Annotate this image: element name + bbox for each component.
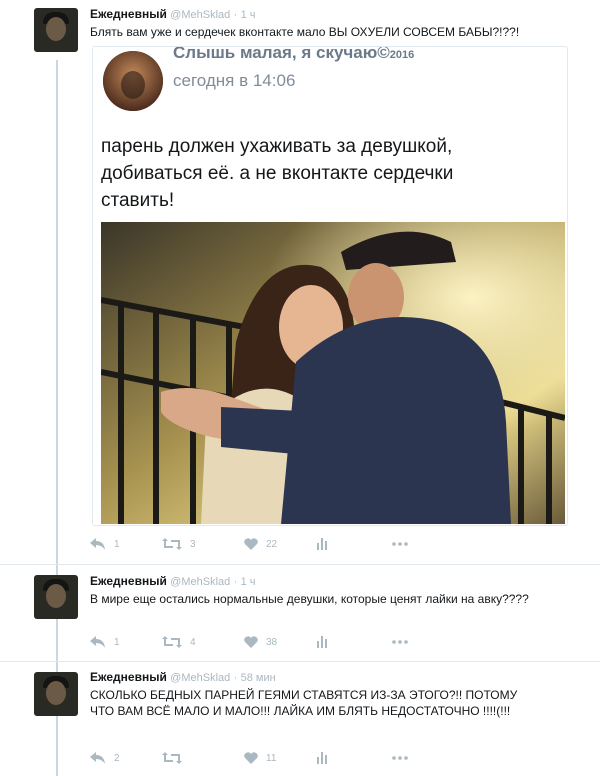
tweet-actions: 1 4 38 (90, 632, 430, 652)
like-button[interactable]: 22 (244, 534, 277, 554)
avatar[interactable] (34, 672, 78, 716)
analytics-icon (317, 538, 327, 550)
card-time: сегодня в 14:06 (173, 71, 296, 90)
retweet-button[interactable]: 3 (162, 534, 196, 554)
like-button[interactable]: 38 (244, 632, 277, 652)
retweet-button[interactable]: 4 (162, 632, 196, 652)
retweet-count: 3 (190, 538, 196, 550)
card-text: парень должен ухаживать за девушкой, доб… (101, 136, 454, 211)
reply-count: 1 (114, 538, 120, 550)
retweet-button[interactable] (162, 748, 190, 768)
reply-icon (90, 752, 105, 764)
analytics-button[interactable] (316, 632, 336, 652)
tweet-actions: 2 11 (90, 748, 430, 768)
author-handle[interactable]: @MehSklad (170, 672, 230, 684)
heart-icon (244, 636, 258, 648)
author-name[interactable]: Ежедневный (90, 670, 167, 684)
separator-dot: · (233, 9, 238, 21)
like-button[interactable]: 11 (244, 748, 276, 768)
card-avatar (103, 51, 163, 111)
reply-count: 1 (114, 636, 120, 648)
more-button[interactable] (392, 632, 416, 652)
reply-icon (90, 538, 105, 550)
retweet-icon (162, 636, 182, 648)
heart-icon (244, 538, 258, 550)
tweet-2[interactable]: Ежедневный @MehSklad · 1 ч В мире еще ос… (0, 565, 600, 661)
separator-dot: · (233, 576, 238, 588)
card-title: Слышь малая, я скучаю©2016 (173, 46, 415, 62)
tweet-text: Блять вам уже и сердечек вконтакте мало … (90, 25, 520, 39)
more-icon (392, 542, 408, 546)
tweet-text: СКОЛЬКО БЕДНЫХ ПАРНЕЙ ГЕЯМИ СТАВЯТСЯ ИЗ-… (90, 688, 518, 718)
analytics-button[interactable] (316, 534, 336, 554)
couple-photo (101, 222, 565, 524)
retweet-count: 4 (190, 636, 196, 648)
reply-button[interactable]: 1 (90, 534, 120, 554)
more-button[interactable] (392, 748, 416, 768)
reply-count: 2 (114, 752, 120, 764)
tweet-header: Ежедневный @MehSklad · 1 ч (90, 7, 256, 21)
tweet-3[interactable]: Ежедневный @MehSklad · 58 мин СКОЛЬКО БЕ… (0, 662, 600, 776)
author-handle[interactable]: @MehSklad (170, 576, 230, 588)
analytics-icon (317, 636, 327, 648)
separator-dot: · (233, 672, 238, 684)
reply-icon (90, 636, 105, 648)
heart-icon (244, 752, 258, 764)
avatar[interactable] (34, 8, 78, 52)
more-icon (392, 756, 408, 760)
timestamp[interactable]: 58 мин (241, 672, 276, 684)
timestamp[interactable]: 1 ч (241, 576, 256, 588)
tweet-text: В мире еще остались нормальные девушки, … (90, 592, 529, 606)
like-count: 11 (266, 752, 277, 764)
author-name[interactable]: Ежедневный (90, 574, 167, 588)
reply-button[interactable]: 1 (90, 632, 120, 652)
tweet-actions: 1 3 22 (90, 534, 430, 554)
more-icon (392, 640, 408, 644)
reply-button[interactable]: 2 (90, 748, 120, 768)
analytics-button[interactable] (316, 748, 336, 768)
analytics-icon (317, 752, 327, 764)
author-handle[interactable]: @MehSklad (170, 9, 230, 21)
tweet-header: Ежедневный @MehSklad · 1 ч (90, 574, 256, 588)
tweet-header: Ежедневный @MehSklad · 58 мин (90, 670, 276, 684)
avatar[interactable] (34, 575, 78, 619)
retweet-icon (162, 538, 182, 550)
like-count: 22 (266, 538, 278, 550)
tweet-1[interactable]: Ежедневный @MehSklad · 1 ч Блять вам уже… (0, 0, 600, 560)
more-button[interactable] (392, 534, 416, 554)
retweet-icon (162, 752, 182, 764)
vk-post-card[interactable]: Слышь малая, я скучаю©2016 сегодня в 14:… (92, 46, 568, 526)
timestamp[interactable]: 1 ч (241, 9, 256, 21)
author-name[interactable]: Ежедневный (90, 7, 167, 21)
like-count: 38 (266, 636, 278, 648)
